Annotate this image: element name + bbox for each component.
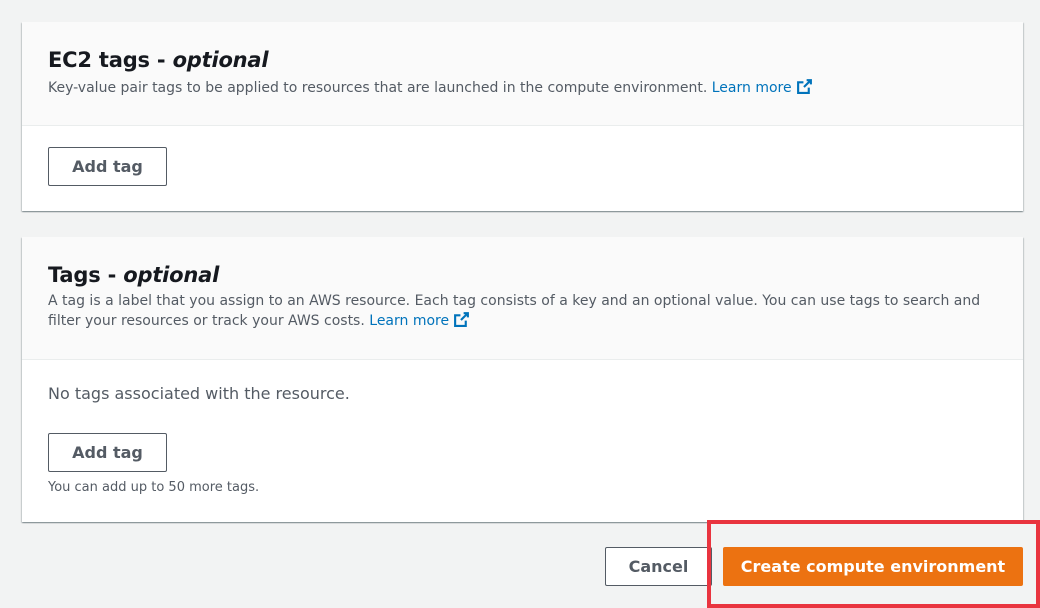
ec2-tags-title: EC2 tags - optional xyxy=(48,48,269,72)
ec2-tags-learn-more-link[interactable]: Learn more xyxy=(712,79,813,96)
no-tags-message: No tags associated with the resource. xyxy=(48,384,350,403)
ec2-tags-description: Key-value pair tags to be applied to res… xyxy=(48,78,997,101)
create-compute-environment-button[interactable]: Create compute environment xyxy=(723,547,1023,586)
ec2-add-tag-button[interactable]: Add tag xyxy=(48,147,167,186)
add-tag-button[interactable]: Add tag xyxy=(48,433,167,472)
external-link-icon xyxy=(796,78,813,101)
tags-learn-more-link[interactable]: Learn more xyxy=(369,312,470,329)
cancel-button[interactable]: Cancel xyxy=(605,547,712,586)
tags-header: Tags - optional A tag is a label that yo… xyxy=(22,237,1023,360)
tags-panel: Tags - optional A tag is a label that yo… xyxy=(22,237,1023,522)
tags-optional-label: optional xyxy=(123,263,220,287)
ec2-tags-optional-label: optional xyxy=(172,48,269,72)
ec2-tags-header: EC2 tags - optional Key-value pair tags … xyxy=(22,22,1023,126)
external-link-icon xyxy=(453,311,470,334)
tags-limit-hint: You can add up to 50 more tags. xyxy=(48,480,260,495)
tags-description: A tag is a label that you assign to an A… xyxy=(48,291,988,334)
ec2-tags-panel: EC2 tags - optional Key-value pair tags … xyxy=(22,22,1023,211)
tags-title: Tags - optional xyxy=(48,263,220,287)
